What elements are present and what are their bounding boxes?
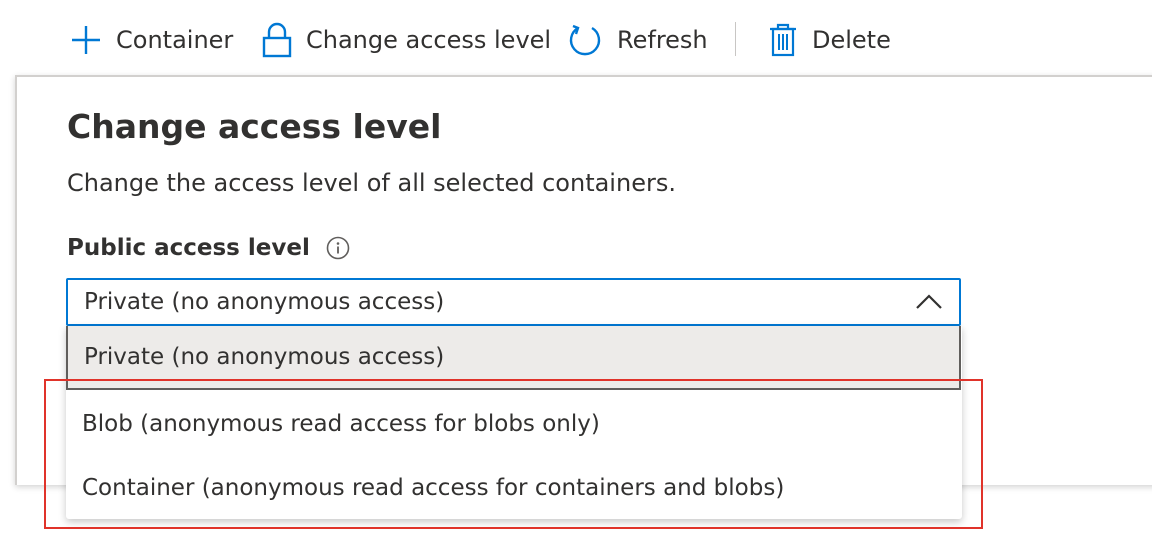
refresh-button[interactable]: Refresh [567, 18, 708, 62]
option-blob[interactable]: Blob (anonymous read access for blobs on… [66, 392, 962, 456]
panel-title: Change access level [67, 107, 442, 146]
delete-label: Delete [812, 26, 891, 54]
trash-icon [768, 23, 798, 57]
option-private[interactable]: Private (no anonymous access) [66, 326, 961, 390]
field-label-text: Public access level [67, 235, 310, 261]
app-window: Container Change access level Refresh De… [0, 0, 1152, 534]
add-container-label: Container [116, 26, 234, 54]
chevron-up-icon [915, 292, 943, 318]
dropdown-selected-value: Private (no anonymous access) [84, 289, 445, 315]
toolbar: Container Change access level Refresh De… [0, 0, 1152, 76]
refresh-label: Refresh [617, 26, 708, 54]
dropdown-options-list: Private (no anonymous access) Blob (anon… [66, 326, 962, 519]
delete-button[interactable]: Delete [768, 18, 891, 62]
change-access-level-label: Change access level [306, 26, 552, 54]
toolbar-divider [735, 22, 736, 56]
lock-icon [262, 22, 292, 58]
option-container[interactable]: Container (anonymous read access for con… [66, 456, 962, 520]
panel-description: Change the access level of all selected … [67, 169, 676, 197]
change-access-level-button[interactable]: Change access level [262, 18, 551, 62]
info-icon[interactable] [326, 236, 350, 260]
add-container-button[interactable]: Container [70, 18, 233, 62]
public-access-level-dropdown[interactable]: Private (no anonymous access) [66, 278, 961, 326]
refresh-icon [567, 22, 603, 58]
public-access-level-label: Public access level [67, 235, 350, 261]
plus-icon [70, 24, 102, 56]
